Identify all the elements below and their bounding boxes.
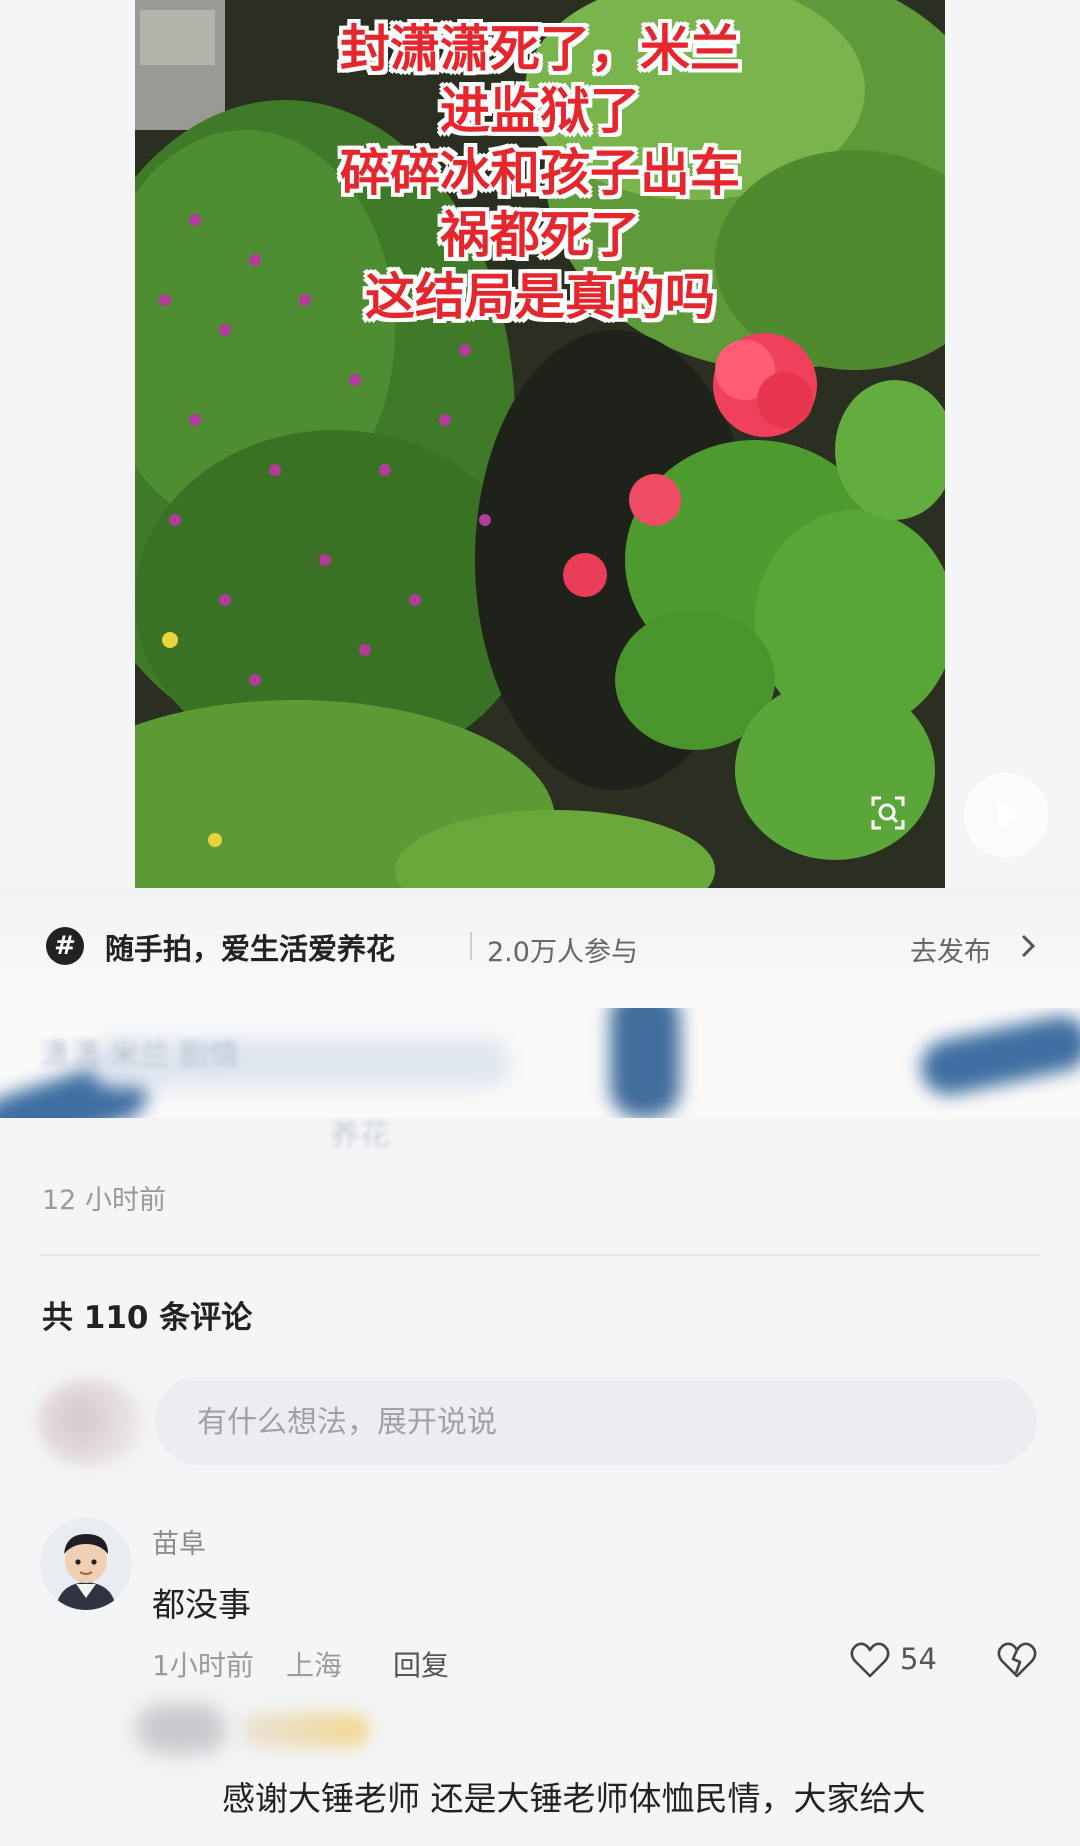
- broken-heart-icon[interactable]: [997, 1640, 1037, 1680]
- reply-username: [240, 1712, 370, 1748]
- topic-name[interactable]: 随手拍，爱生活爱养花: [105, 926, 395, 968]
- divider: [470, 932, 472, 960]
- description-text: 潇潇 米兰 剧情: [40, 1038, 240, 1073]
- post-media: 封潇潇死了，米兰 进监狱了 碎碎冰和孩子出车 祸都死了 这结局是真的吗: [0, 0, 1080, 888]
- user-avatar-icon: [40, 1518, 132, 1610]
- overlay-line: 封潇潇死了，米兰: [340, 20, 740, 78]
- comment-time: 1小时前: [152, 1649, 254, 1682]
- comment-count: 共 110 条评论: [42, 1300, 253, 1336]
- post-photo[interactable]: 封潇潇死了，米兰 进监狱了 碎碎冰和孩子出车 祸都死了 这结局是真的吗: [135, 0, 945, 888]
- play-icon: [998, 800, 1022, 830]
- overlay-line: 祸都死了: [440, 206, 640, 264]
- image-search-icon[interactable]: [870, 795, 906, 831]
- like-count: 54: [900, 1642, 937, 1676]
- reply-button[interactable]: 回复: [393, 1644, 449, 1684]
- comment-input-box[interactable]: [155, 1377, 1037, 1467]
- post-timestamp: 12 小时前: [42, 1185, 166, 1216]
- play-button[interactable]: [964, 773, 1048, 857]
- reply-preview-text: 感谢大锤老师 还是大锤老师体恤民情，大家给大: [222, 1779, 926, 1818]
- heart-icon[interactable]: [850, 1641, 890, 1679]
- avatar: [136, 1704, 226, 1754]
- overlay-line: 碎碎冰和孩子出车: [340, 144, 740, 202]
- comment-username[interactable]: 苗阜: [152, 1522, 206, 1561]
- avatar: [36, 1378, 146, 1468]
- overlay-line: 这结局是真的吗: [365, 268, 715, 326]
- comment-text: 都没事: [152, 1585, 251, 1624]
- topic-participants: 2.0万人参与: [487, 937, 638, 968]
- redaction-blur: [916, 1010, 1080, 1101]
- overlay-line: 进监狱了: [440, 82, 640, 140]
- chevron-right-icon[interactable]: [1018, 932, 1038, 960]
- overlay-caption: 封潇潇死了，米兰 进监狱了 碎碎冰和孩子出车 祸都死了 这结局是真的吗: [135, 18, 945, 328]
- redaction-blur: [610, 1008, 680, 1118]
- divider: [40, 1254, 1040, 1256]
- comment-location: 上海: [286, 1649, 343, 1682]
- hashtag-icon: #: [46, 927, 84, 965]
- publish-link[interactable]: 去发布: [910, 930, 991, 969]
- avatar[interactable]: [40, 1518, 132, 1610]
- description-text: 养花: [330, 1118, 390, 1153]
- comment-input[interactable]: [195, 1377, 999, 1467]
